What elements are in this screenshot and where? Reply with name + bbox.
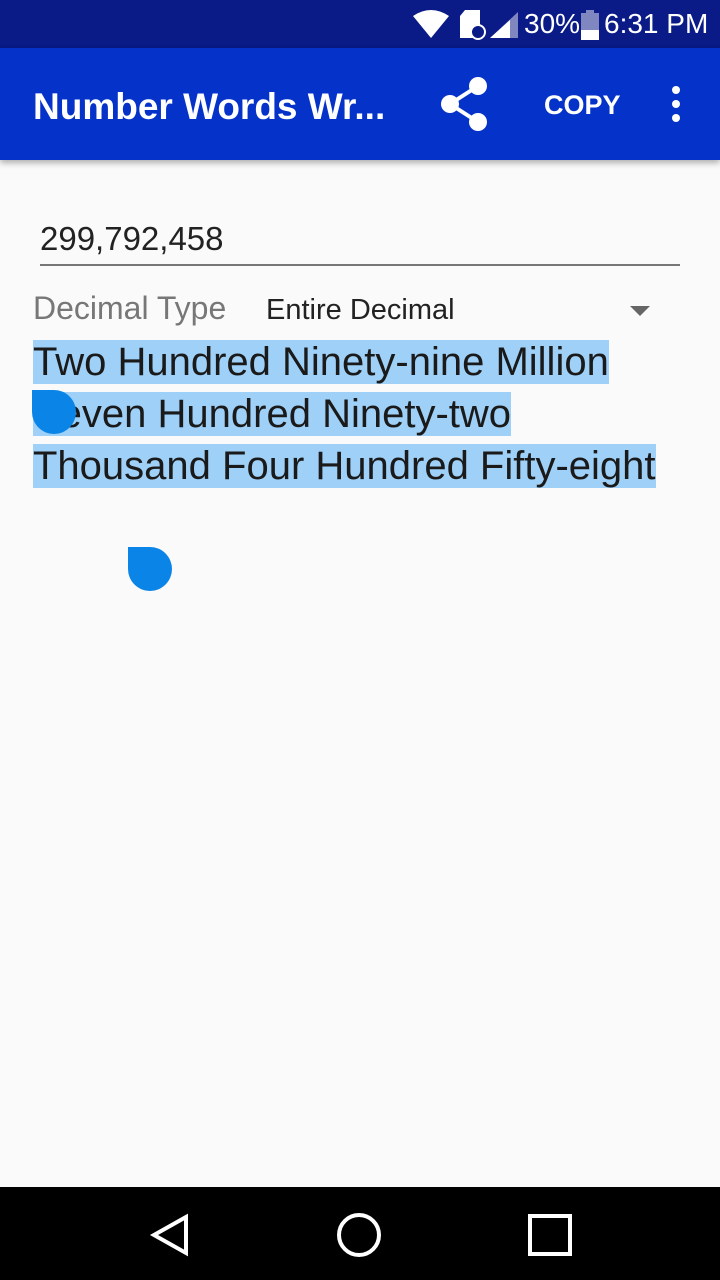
recents-icon[interactable] (527, 1213, 573, 1257)
wifi-icon (413, 10, 449, 38)
status-bar: 30% 6:31 PM (0, 0, 720, 48)
decimal-type-label: Decimal Type (33, 290, 227, 326)
more-vert-icon[interactable] (668, 86, 684, 122)
decimal-type-select[interactable]: Entire Decimal (266, 294, 455, 327)
home-icon[interactable] (336, 1212, 382, 1258)
sd-card-error-icon (460, 10, 486, 40)
app-bar: Number Words Wr... COPY (0, 48, 720, 160)
back-icon[interactable] (148, 1213, 192, 1257)
clock: 6:31 PM (604, 8, 709, 39)
app-title: Number Words Wr... (33, 86, 386, 127)
signal-icon (490, 12, 518, 38)
copy-button[interactable]: COPY (544, 90, 621, 121)
navigation-bar (0, 1187, 720, 1280)
battery-icon (581, 10, 599, 40)
selection-end-handle[interactable] (128, 547, 172, 591)
share-icon[interactable] (438, 76, 492, 132)
battery-percent: 30% (524, 8, 581, 39)
selection-start-handle[interactable] (32, 390, 76, 434)
result-text[interactable]: Two Hundred Ninety-nine Million Seven Hu… (33, 336, 693, 492)
number-input[interactable]: 299,792,458 (40, 212, 680, 266)
dropdown-arrow-icon[interactable] (630, 306, 650, 316)
